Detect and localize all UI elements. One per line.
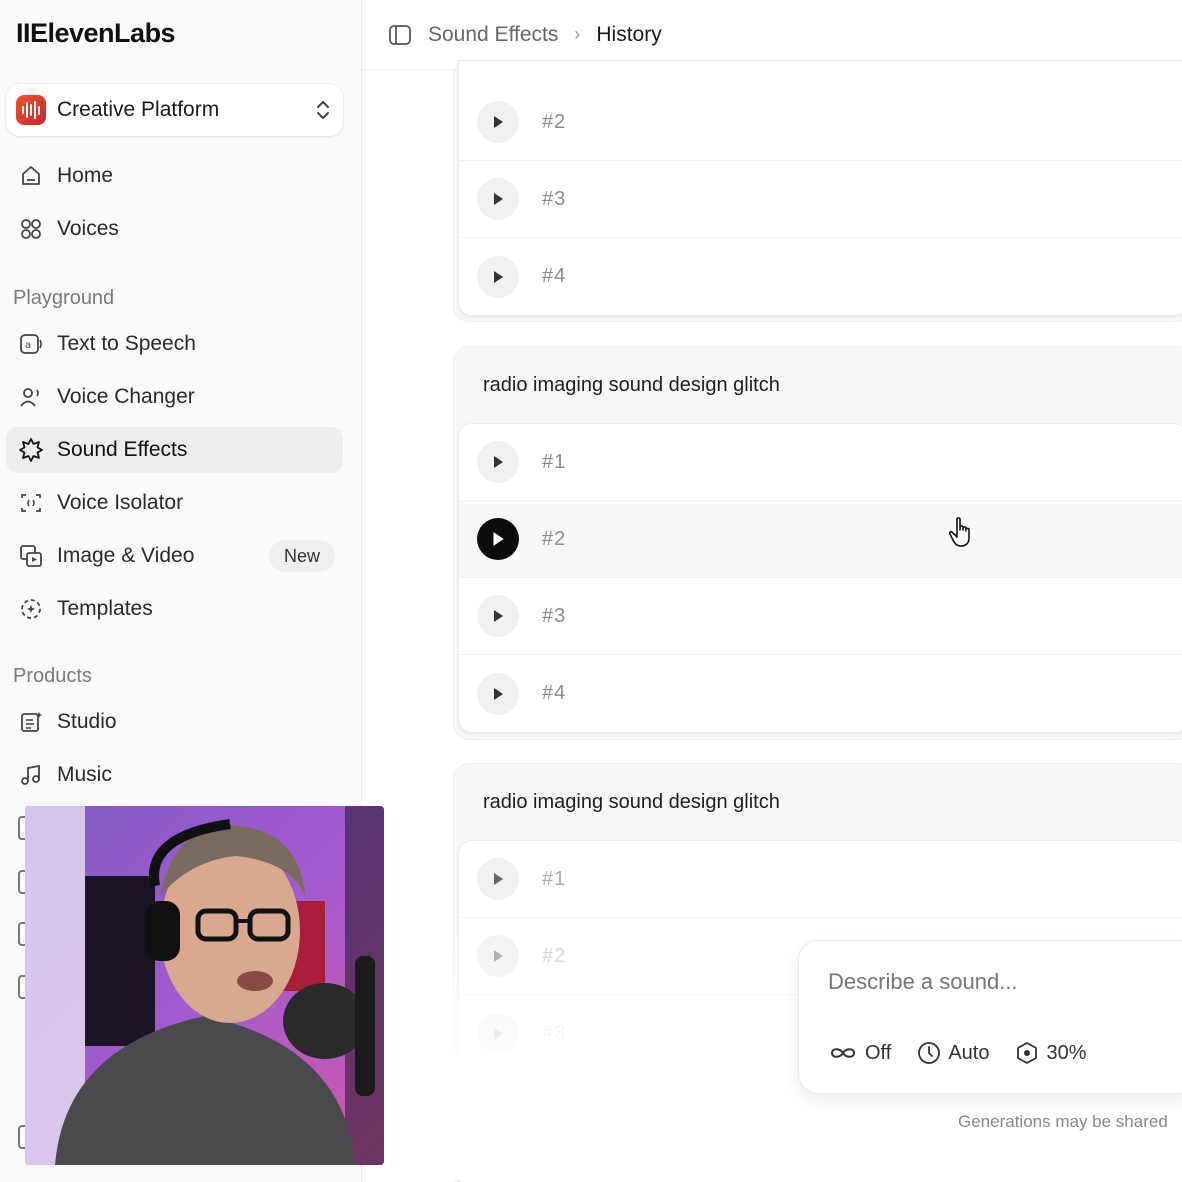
play-button[interactable] xyxy=(477,595,519,637)
sidebar-item-templates[interactable]: Templates xyxy=(6,586,343,632)
play-button[interactable] xyxy=(477,101,519,143)
history-variations: #2 #3 #4 xyxy=(458,60,1182,316)
workspace-icon xyxy=(16,95,46,125)
variation-label: #4 xyxy=(542,265,567,287)
elevenlabs-logo[interactable]: IIElevenLabs xyxy=(16,18,176,49)
play-icon xyxy=(493,532,504,546)
history-variation-row[interactable]: #4 xyxy=(459,238,1182,315)
sidebar-item-label: Home xyxy=(57,164,114,187)
music-icon xyxy=(18,762,44,788)
play-button[interactable] xyxy=(477,858,519,900)
sidebar-item-label: Voices xyxy=(57,217,119,240)
variation-label: #3 xyxy=(542,187,567,210)
image-video-icon xyxy=(18,543,44,569)
sidebar-item-label: Templates xyxy=(57,597,153,620)
variation-label: #2 xyxy=(542,527,567,550)
duration-setting[interactable]: Auto xyxy=(917,1041,989,1065)
variation-label: #4 xyxy=(542,682,567,704)
history-prompt-title: radio imaging sound design glitch xyxy=(483,791,780,813)
prompt-options: Off Auto 30% xyxy=(828,1041,1087,1065)
sidebar-item-label: Voice Isolator xyxy=(57,491,184,514)
sidebar-item-label: Studio xyxy=(57,710,117,733)
sharing-notice: Generations may be shared xyxy=(958,1112,1168,1131)
workspace-name: Creative Platform xyxy=(57,98,220,121)
sidebar-item-label: Music xyxy=(57,763,112,786)
scroll-fade xyxy=(453,920,798,1180)
play-icon xyxy=(494,456,503,468)
sound-effects-icon xyxy=(18,437,44,463)
hand-cursor-icon xyxy=(948,517,970,547)
sidebar-item-home[interactable]: Home xyxy=(6,153,343,199)
breadcrumb-sound-effects[interactable]: Sound Effects xyxy=(428,23,558,47)
play-button[interactable] xyxy=(477,518,519,560)
duration-value: Auto xyxy=(948,1041,990,1064)
new-badge: New xyxy=(268,540,335,572)
play-button[interactable] xyxy=(477,255,519,298)
sidebar-item-label: Sound Effects xyxy=(57,438,188,461)
sidebar-item-sound-effects[interactable]: Sound Effects xyxy=(6,427,343,473)
sidebar-item-voice-changer[interactable]: Voice Changer xyxy=(6,374,343,420)
templates-icon xyxy=(18,596,44,622)
history-prompt-title: radio imaging sound design glitch xyxy=(483,374,780,396)
history-variation-row[interactable]: #3 xyxy=(459,578,1182,655)
chevron-right-icon: › xyxy=(574,24,581,44)
sidebar-item-text-to-speech[interactable]: a Text to Speech xyxy=(6,321,343,367)
clock-icon xyxy=(918,1042,941,1064)
play-icon xyxy=(494,116,503,128)
webcam-overlay xyxy=(25,806,384,1165)
play-icon xyxy=(494,193,503,205)
section-title-products: Products xyxy=(13,665,92,687)
sound-description-input[interactable] xyxy=(828,969,1168,995)
sidebar-item-label: Text to Speech xyxy=(57,332,196,355)
sidebar-item-voice-isolator[interactable]: Voice Isolator xyxy=(6,480,343,526)
play-button[interactable] xyxy=(477,178,519,220)
sidebar-item-label: Image & Video xyxy=(57,544,195,567)
chevron-up-down-icon xyxy=(317,101,329,119)
variation-label: #1 xyxy=(542,450,567,473)
loop-toggle[interactable]: Off xyxy=(828,1042,891,1065)
voices-icon xyxy=(18,216,44,242)
play-button[interactable] xyxy=(477,441,519,483)
studio-icon xyxy=(18,709,44,735)
history-variation-row[interactable]: #3 xyxy=(459,161,1182,238)
play-icon xyxy=(494,610,503,622)
home-icon xyxy=(18,163,44,189)
sound-prompt-box: Off Auto 30% xyxy=(798,940,1182,1094)
play-icon xyxy=(494,270,503,283)
sidebar-item-studio[interactable]: Studio xyxy=(6,699,343,745)
play-button[interactable] xyxy=(477,672,519,715)
text-to-speech-icon: a xyxy=(18,331,44,357)
sidebar-item-image-video[interactable]: Image & Video New xyxy=(6,533,343,579)
sidebar-item-music[interactable]: Music xyxy=(6,752,343,798)
history-variation-row[interactable]: #4 xyxy=(459,655,1182,732)
presenter-video-image xyxy=(25,806,384,1165)
infinity-icon xyxy=(830,1048,856,1058)
breadcrumb-history: History xyxy=(596,22,662,46)
workspace-switcher[interactable]: Creative Platform xyxy=(6,84,343,136)
voice-changer-icon xyxy=(18,384,44,410)
sidebar-item-label: Voice Changer xyxy=(57,385,195,408)
voice-isolator-icon xyxy=(18,490,44,516)
svg-text:a: a xyxy=(25,340,31,351)
sidebar-toggle-icon[interactable] xyxy=(388,24,412,46)
prompt-influence-setting[interactable]: 30% xyxy=(1015,1041,1087,1065)
variation-label: #1 xyxy=(542,867,567,890)
sidebar-item-voices[interactable]: Voices xyxy=(6,206,343,252)
history-variations: #1 #2 #3 #4 xyxy=(458,423,1182,733)
play-icon xyxy=(494,873,503,885)
history-variation-row[interactable]: #2 xyxy=(459,501,1182,578)
loop-value: Off xyxy=(865,1041,892,1064)
play-icon xyxy=(494,687,503,700)
history-variation-row[interactable]: #1 xyxy=(459,841,1182,918)
influence-value: 30% xyxy=(1046,1041,1087,1064)
variation-label: #2 xyxy=(542,110,567,133)
history-variation-row[interactable]: #1 xyxy=(459,424,1182,501)
history-variation-row[interactable]: #2 xyxy=(459,84,1182,161)
variation-label: #3 xyxy=(542,604,567,627)
influence-icon xyxy=(1017,1042,1038,1064)
section-title-playground: Playground xyxy=(13,287,115,309)
